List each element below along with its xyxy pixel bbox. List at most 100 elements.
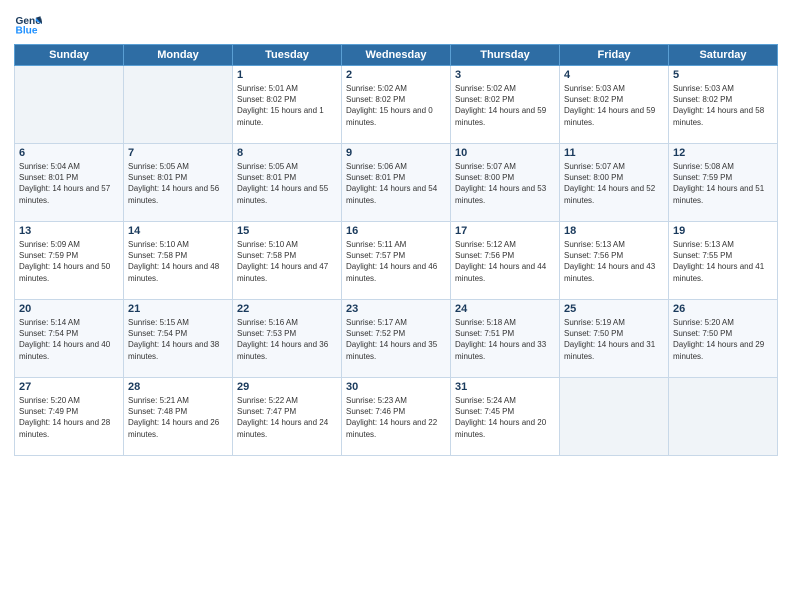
cell-info: Sunrise: 5:15 AMSunset: 7:54 PMDaylight:…: [128, 317, 228, 362]
page: General Blue SundayMondayTuesdayWednesda…: [0, 0, 792, 612]
cell-info: Sunrise: 5:10 AMSunset: 7:58 PMDaylight:…: [128, 239, 228, 284]
calendar-cell: 22 Sunrise: 5:16 AMSunset: 7:53 PMDayligh…: [233, 300, 342, 378]
day-number: 14: [128, 225, 228, 237]
calendar-cell: 9Sunrise: 5:06 AMSunset: 8:01 PMDaylight…: [342, 144, 451, 222]
calendar-cell: 24 Sunrise: 5:18 AMSunset: 7:51 PMDayligh…: [451, 300, 560, 378]
cell-info: Sunrise: 5:18 AMSunset: 7:51 PMDaylight:…: [455, 317, 555, 362]
weekday-header-row: SundayMondayTuesdayWednesdayThursdayFrid…: [15, 45, 778, 66]
day-number: 20: [19, 303, 119, 315]
calendar-cell: 29 Sunrise: 5:22 AMSunset: 7:47 PMDayligh…: [233, 378, 342, 456]
calendar-cell: 30Sunrise: 5:23 AMSunset: 7:46 PMDayligh…: [342, 378, 451, 456]
cell-info: Sunrise: 5:14 AMSunset: 7:54 PMDaylight:…: [19, 317, 119, 362]
calendar-cell: 28 Sunrise: 5:21 AMSunset: 7:48 PMDayligh…: [124, 378, 233, 456]
day-number: 18: [564, 225, 664, 237]
day-number: 2: [346, 69, 446, 81]
weekday-header-tuesday: Tuesday: [233, 45, 342, 66]
calendar-cell: [669, 378, 778, 456]
calendar-cell: 6 Sunrise: 5:04 AMSunset: 8:01 PMDaylight…: [15, 144, 124, 222]
cell-info: Sunrise: 5:24 AMSunset: 7:45 PMDaylight:…: [455, 395, 555, 440]
day-number: 5: [673, 69, 773, 81]
calendar-cell: 1 Sunrise: 5:01 AMSunset: 8:02 PMDaylight…: [233, 66, 342, 144]
cell-info: Sunrise: 5:16 AMSunset: 7:53 PMDaylight:…: [237, 317, 337, 362]
cell-info: Sunrise: 5:20 AMSunset: 7:50 PMDaylight:…: [673, 317, 773, 362]
cell-info: Sunrise: 5:08 AMSunset: 7:59 PMDaylight:…: [673, 161, 773, 206]
cell-info: Sunrise: 5:13 AMSunset: 7:55 PMDaylight:…: [673, 239, 773, 284]
cell-info: Sunrise: 5:07 AMSunset: 8:00 PMDaylight:…: [564, 161, 664, 206]
cell-info: Sunrise: 5:12 AMSunset: 7:56 PMDaylight:…: [455, 239, 555, 284]
logo: General Blue: [14, 10, 42, 38]
cell-info: Sunrise: 5:06 AMSunset: 8:01 PMDaylight:…: [346, 161, 446, 206]
calendar-cell: 20 Sunrise: 5:14 AMSunset: 7:54 PMDayligh…: [15, 300, 124, 378]
day-number: 29: [237, 381, 337, 393]
calendar-week-5: 27Sunrise: 5:20 AMSunset: 7:49 PMDayligh…: [15, 378, 778, 456]
calendar-cell: 15 Sunrise: 5:10 AMSunset: 7:58 PMDayligh…: [233, 222, 342, 300]
calendar-cell: 19 Sunrise: 5:13 AMSunset: 7:55 PMDayligh…: [669, 222, 778, 300]
calendar-week-4: 20 Sunrise: 5:14 AMSunset: 7:54 PMDayligh…: [15, 300, 778, 378]
day-number: 10: [455, 147, 555, 159]
day-number: 22: [237, 303, 337, 315]
cell-info: Sunrise: 5:04 AMSunset: 8:01 PMDaylight:…: [19, 161, 119, 206]
calendar-cell: 11Sunrise: 5:07 AMSunset: 8:00 PMDayligh…: [560, 144, 669, 222]
calendar-cell: 25 Sunrise: 5:19 AMSunset: 7:50 PMDayligh…: [560, 300, 669, 378]
weekday-header-wednesday: Wednesday: [342, 45, 451, 66]
weekday-header-saturday: Saturday: [669, 45, 778, 66]
cell-info: Sunrise: 5:10 AMSunset: 7:58 PMDaylight:…: [237, 239, 337, 284]
calendar-cell: 3 Sunrise: 5:02 AMSunset: 8:02 PMDaylight…: [451, 66, 560, 144]
cell-info: Sunrise: 5:02 AMSunset: 8:02 PMDaylight:…: [346, 83, 446, 128]
header: General Blue: [14, 10, 778, 38]
day-number: 4: [564, 69, 664, 81]
calendar-cell: 2 Sunrise: 5:02 AMSunset: 8:02 PMDaylight…: [342, 66, 451, 144]
weekday-header-thursday: Thursday: [451, 45, 560, 66]
day-number: 8: [237, 147, 337, 159]
cell-info: Sunrise: 5:02 AMSunset: 8:02 PMDaylight:…: [455, 83, 555, 128]
day-number: 1: [237, 69, 337, 81]
cell-info: Sunrise: 5:22 AMSunset: 7:47 PMDaylight:…: [237, 395, 337, 440]
day-number: 17: [455, 225, 555, 237]
calendar-cell: 26Sunrise: 5:20 AMSunset: 7:50 PMDayligh…: [669, 300, 778, 378]
calendar-cell: 14 Sunrise: 5:10 AMSunset: 7:58 PMDayligh…: [124, 222, 233, 300]
day-number: 7: [128, 147, 228, 159]
calendar-table: SundayMondayTuesdayWednesdayThursdayFrid…: [14, 44, 778, 456]
calendar-cell: 10Sunrise: 5:07 AMSunset: 8:00 PMDayligh…: [451, 144, 560, 222]
calendar-cell: 23 Sunrise: 5:17 AMSunset: 7:52 PMDayligh…: [342, 300, 451, 378]
cell-info: Sunrise: 5:09 AMSunset: 7:59 PMDaylight:…: [19, 239, 119, 284]
day-number: 25: [564, 303, 664, 315]
cell-info: Sunrise: 5:05 AMSunset: 8:01 PMDaylight:…: [128, 161, 228, 206]
day-number: 28: [128, 381, 228, 393]
day-number: 31: [455, 381, 555, 393]
cell-info: Sunrise: 5:17 AMSunset: 7:52 PMDaylight:…: [346, 317, 446, 362]
calendar-cell: 7 Sunrise: 5:05 AMSunset: 8:01 PMDaylight…: [124, 144, 233, 222]
calendar-cell: 31 Sunrise: 5:24 AMSunset: 7:45 PMDayligh…: [451, 378, 560, 456]
calendar-cell: 4Sunrise: 5:03 AMSunset: 8:02 PMDaylight…: [560, 66, 669, 144]
calendar-cell: 12Sunrise: 5:08 AMSunset: 7:59 PMDayligh…: [669, 144, 778, 222]
day-number: 27: [19, 381, 119, 393]
calendar-cell: [124, 66, 233, 144]
day-number: 13: [19, 225, 119, 237]
calendar-cell: [15, 66, 124, 144]
calendar-cell: 17 Sunrise: 5:12 AMSunset: 7:56 PMDayligh…: [451, 222, 560, 300]
calendar-cell: 16Sunrise: 5:11 AMSunset: 7:57 PMDayligh…: [342, 222, 451, 300]
calendar-cell: [560, 378, 669, 456]
cell-info: Sunrise: 5:21 AMSunset: 7:48 PMDaylight:…: [128, 395, 228, 440]
day-number: 21: [128, 303, 228, 315]
calendar-cell: 8Sunrise: 5:05 AMSunset: 8:01 PMDaylight…: [233, 144, 342, 222]
weekday-header-friday: Friday: [560, 45, 669, 66]
day-number: 3: [455, 69, 555, 81]
calendar-cell: 21 Sunrise: 5:15 AMSunset: 7:54 PMDayligh…: [124, 300, 233, 378]
day-number: 19: [673, 225, 773, 237]
day-number: 24: [455, 303, 555, 315]
cell-info: Sunrise: 5:23 AMSunset: 7:46 PMDaylight:…: [346, 395, 446, 440]
day-number: 15: [237, 225, 337, 237]
calendar-cell: 18Sunrise: 5:13 AMSunset: 7:56 PMDayligh…: [560, 222, 669, 300]
cell-info: Sunrise: 5:19 AMSunset: 7:50 PMDaylight:…: [564, 317, 664, 362]
day-number: 6: [19, 147, 119, 159]
calendar-week-1: 1 Sunrise: 5:01 AMSunset: 8:02 PMDaylight…: [15, 66, 778, 144]
cell-info: Sunrise: 5:01 AMSunset: 8:02 PMDaylight:…: [237, 83, 337, 128]
svg-text:Blue: Blue: [16, 25, 38, 36]
weekday-header-monday: Monday: [124, 45, 233, 66]
calendar-cell: 27Sunrise: 5:20 AMSunset: 7:49 PMDayligh…: [15, 378, 124, 456]
calendar-cell: 13 Sunrise: 5:09 AMSunset: 7:59 PMDayligh…: [15, 222, 124, 300]
day-number: 23: [346, 303, 446, 315]
day-number: 16: [346, 225, 446, 237]
calendar-cell: 5Sunrise: 5:03 AMSunset: 8:02 PMDaylight…: [669, 66, 778, 144]
